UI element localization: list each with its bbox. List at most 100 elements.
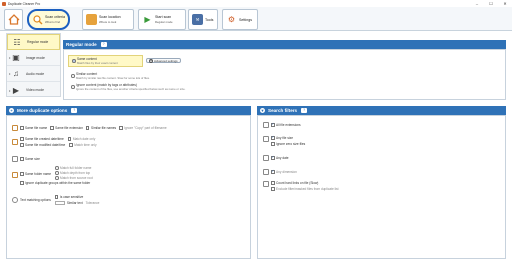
size-filter-icon <box>263 136 269 142</box>
start-scan-button[interactable]: ▶ Start scan Regular mode <box>138 9 186 30</box>
scan-criteria-button[interactable]: Scan criteria What to find <box>27 9 70 30</box>
date-row: Same file created date/time Match date o… <box>12 137 97 147</box>
same-content-option[interactable]: Same content Match files by their exact … <box>68 55 143 67</box>
count-hardlinks-checkbox[interactable] <box>271 181 275 185</box>
search-filters-title: Search filters <box>268 108 298 113</box>
start-scan-icon: ▶ <box>144 15 151 24</box>
start-scan-label: Start scan <box>155 15 172 19</box>
text-matching-label: Text matching options <box>20 198 51 202</box>
help-button[interactable]: ? <box>71 108 78 113</box>
scan-location-button[interactable]: Scan location Where to look <box>82 9 134 30</box>
any-date-checkbox[interactable]: ✓ <box>271 156 275 160</box>
mode-selector: ☷ Regular mode • ▣ Image mode • ♫ Audio … <box>6 33 61 97</box>
similar-names-label: Similar file names <box>90 126 117 130</box>
match-full-folder-radio[interactable] <box>55 166 59 170</box>
ignore-copy-checkbox[interactable] <box>119 126 123 130</box>
mode-regular[interactable]: ☷ Regular mode <box>7 34 60 50</box>
mode-image[interactable]: • ▣ Image mode <box>7 50 60 66</box>
match-time-only-label: Match time only <box>74 143 97 147</box>
same-modified-label: Same file modified date/time <box>25 143 66 147</box>
help-button[interactable]: ? <box>100 42 107 47</box>
extensions-filter-row: ✓ All file extensions <box>263 122 301 128</box>
home-button[interactable] <box>4 9 23 30</box>
minimize-button[interactable]: – <box>470 0 484 7</box>
status-bar <box>0 259 512 271</box>
mode-label: Video mode <box>26 88 45 92</box>
any-size-checkbox[interactable]: ✓ <box>271 136 275 140</box>
video-mode-icon: ▶ <box>12 85 20 95</box>
plus-circle-icon: + <box>9 108 14 113</box>
help-button[interactable]: ? <box>301 108 308 113</box>
exclude-filtered-checkbox[interactable] <box>271 187 275 191</box>
similar-content-radio[interactable] <box>71 74 75 78</box>
calendar-icon <box>12 139 18 145</box>
same-extension-label: Same file extension <box>55 126 83 130</box>
ignore-content-option[interactable]: Ignore content (match by tags or attribu… <box>71 83 185 91</box>
more-options-title: More duplicate options <box>17 108 68 113</box>
maximize-button[interactable]: ☐ <box>484 0 498 7</box>
ignore-content-sub: Ignore the content of the files, use ano… <box>76 87 186 91</box>
mode-label: Audio mode <box>26 71 45 76</box>
scan-location-label: Scan location <box>99 15 121 19</box>
regular-mode-icon: ☷ <box>13 37 21 47</box>
ignore-zero-checkbox[interactable] <box>271 142 275 146</box>
same-modified-checkbox[interactable] <box>20 143 24 147</box>
tools-label: Tools <box>205 17 214 22</box>
match-time-only-checkbox[interactable] <box>69 143 73 147</box>
same-content-radio[interactable] <box>72 59 76 63</box>
folder-icon <box>86 14 97 25</box>
text-options-icon <box>12 197 18 203</box>
close-button[interactable]: ✕ <box>498 0 512 7</box>
ignore-dup-groups-checkbox[interactable] <box>20 181 24 185</box>
file-name-icon <box>12 125 18 131</box>
window-controls: – ☐ ✕ <box>470 0 512 7</box>
similar-names-checkbox[interactable] <box>85 126 90 130</box>
match-date-only-label: Match date only <box>72 137 96 141</box>
same-size-checkbox[interactable] <box>20 157 24 161</box>
same-file-name-label: Same file name <box>25 126 48 130</box>
mode-audio[interactable]: • ♫ Audio mode <box>7 66 60 82</box>
size-filter-row: ✓ Any file size Ignore zero size files <box>263 136 305 146</box>
title-bar: Duplicate Cleaner Pro – ☐ ✕ <box>0 0 512 7</box>
folder-icon <box>12 172 18 178</box>
same-file-name-checkbox[interactable] <box>20 126 24 130</box>
magnifier-icon <box>32 14 43 25</box>
dimension-icon <box>263 169 269 175</box>
same-folder-checkbox[interactable] <box>20 172 24 176</box>
gear-icon: ⚙ <box>227 15 236 24</box>
all-extensions-label: All file extensions <box>276 123 301 127</box>
scan-criteria-label: Scan criteria <box>45 15 65 19</box>
tools-button[interactable]: ⚒ Tools <box>188 9 218 30</box>
any-date-label: Any date <box>276 156 289 160</box>
extension-icon <box>263 122 269 128</box>
match-source-root-radio[interactable] <box>55 176 59 180</box>
settings-label: Settings <box>239 17 252 22</box>
search-filters-panel: ✓ All file extensions ✓ Any file size Ign… <box>257 115 506 259</box>
advanced-settings-button[interactable]: + Advanced settings <box>146 58 181 63</box>
scan-criteria-sublabel: What to find <box>45 20 60 24</box>
ignore-content-radio[interactable] <box>71 85 75 89</box>
search-filters-header: ▼ Search filters ? <box>257 106 506 115</box>
match-depth-radio[interactable] <box>55 171 59 175</box>
same-created-label: Same file created date/time <box>25 137 64 141</box>
text-matching-row: Text matching options Is case sensitive … <box>12 195 99 205</box>
any-dimension-checkbox[interactable]: ✓ <box>271 170 275 174</box>
match-date-only-checkbox[interactable] <box>67 137 72 141</box>
all-extensions-checkbox[interactable]: ✓ <box>271 123 275 127</box>
same-extension-checkbox[interactable] <box>50 126 54 130</box>
case-sensitive-checkbox[interactable] <box>54 195 59 199</box>
similar-content-option[interactable]: Similar content Match by similar raw fil… <box>71 72 150 80</box>
settings-button[interactable]: ⚙ Settings <box>222 9 258 30</box>
same-folder-label: Same folder name <box>25 172 52 176</box>
mode-video[interactable]: • ▶ Video mode <box>7 82 60 98</box>
hardlinks-row: Count hard links on file (Slow) Exclude … <box>263 181 339 191</box>
same-created-checkbox[interactable] <box>20 137 24 141</box>
same-size-label: Same size <box>25 157 40 161</box>
window-title: Duplicate Cleaner Pro <box>8 1 41 6</box>
more-options-header: + More duplicate options ? <box>6 106 251 115</box>
ribbon-toolbar: Scan criteria What to find Scan location… <box>0 7 512 31</box>
same-content-sub: Match files by their exact content <box>77 61 118 65</box>
tools-icon: ⚒ <box>192 14 203 25</box>
similar-text-select[interactable] <box>54 201 65 205</box>
folder-row: Same folder name Match full folder name … <box>12 166 93 185</box>
